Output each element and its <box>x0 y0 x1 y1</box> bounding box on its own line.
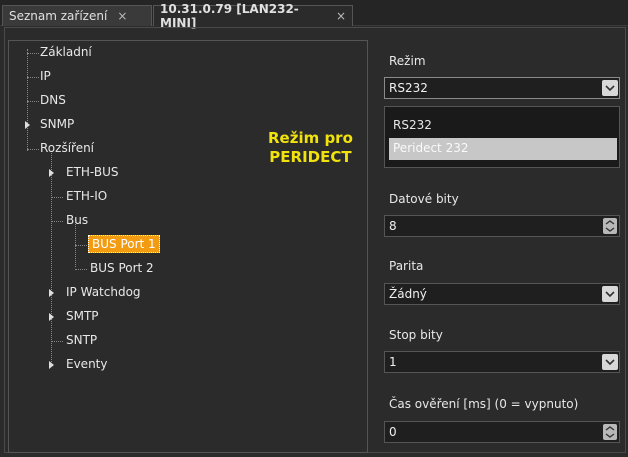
expand-arrow-icon[interactable] <box>49 169 54 177</box>
tree-item-sntp[interactable]: SNTP <box>66 333 97 347</box>
annotation-line2: PERIDECT <box>269 148 352 166</box>
tree-item-bus[interactable]: Bus <box>66 213 88 227</box>
cas-overeni-label: Čas ověření [ms] (0 = vypnuto) <box>389 397 579 411</box>
properties-panel: Režim RS232 RS232 Peridect 232 Datové bi… <box>372 40 626 453</box>
annotation-line1: Režim pro <box>268 129 353 147</box>
expand-arrow-icon[interactable] <box>49 313 54 321</box>
cas-overeni-stepper[interactable]: 0 <box>384 421 620 443</box>
parita-select[interactable]: Žádný <box>384 283 620 305</box>
rezim-option[interactable]: RS232 <box>389 115 617 137</box>
tree-item-snmp[interactable]: SNMP <box>40 117 74 131</box>
annotation: Režim pro PERIDECT <box>268 129 353 167</box>
stop-bity-label: Stop bity <box>389 328 443 342</box>
datove-bity-stepper[interactable]: 8 <box>384 215 620 237</box>
chevron-down-icon[interactable] <box>602 354 618 370</box>
rezim-select[interactable]: RS232 <box>384 77 620 99</box>
datove-bity-value: 8 <box>389 219 397 233</box>
tree-guide <box>51 197 63 198</box>
tree-item-ip[interactable]: IP <box>40 69 51 83</box>
tab-device[interactable]: 10.31.0.79 [LAN232-MINI] × <box>153 2 353 30</box>
tree-guide <box>27 101 39 102</box>
settings-tree: Základní IP DNS SNMP Rozšíření ETH-BUS E… <box>8 40 368 453</box>
tree-item-rozsireni[interactable]: Rozšíření <box>40 141 94 155</box>
tree-item-bus-port-1[interactable]: BUS Port 1 <box>88 235 160 253</box>
tree-item-dns[interactable]: DNS <box>40 93 66 107</box>
tree-guide <box>27 49 28 151</box>
rezim-label: Režim <box>389 54 426 68</box>
rezim-dropdown-list: RS232 Peridect 232 <box>384 106 620 168</box>
expand-arrow-icon[interactable] <box>25 121 30 129</box>
rezim-option-highlighted[interactable]: Peridect 232 <box>389 138 617 160</box>
chevron-down-icon[interactable] <box>602 286 618 302</box>
tree-guide <box>51 221 63 222</box>
expand-arrow-icon[interactable] <box>49 361 54 369</box>
spinner-icon[interactable] <box>603 218 617 234</box>
tree-guide <box>51 341 63 342</box>
spinner-icon[interactable] <box>603 424 617 440</box>
tree-guide <box>51 151 52 366</box>
tree-item-eth-io[interactable]: ETH-IO <box>66 189 107 203</box>
tree-item-eventy[interactable]: Eventy <box>66 357 107 371</box>
tab-label: 10.31.0.79 [LAN232-MINI] <box>160 2 299 30</box>
tab-device-list[interactable]: Seznam zařízení × <box>2 5 152 26</box>
tab-label: Seznam zařízení <box>9 9 108 23</box>
parita-label: Parita <box>389 259 424 273</box>
parita-value: Žádný <box>389 287 427 301</box>
tree-item-bus-port-2[interactable]: BUS Port 2 <box>90 261 154 275</box>
tree-item-zakladni[interactable]: Základní <box>40 45 92 59</box>
tree-guide <box>27 149 39 150</box>
tab-bar: Seznam zařízení × 10.31.0.79 [LAN232-MIN… <box>0 0 628 30</box>
tree-guide <box>75 269 87 270</box>
expand-arrow-icon[interactable] <box>49 289 54 297</box>
tree-guide <box>27 53 39 54</box>
stop-bity-select[interactable]: 1 <box>384 351 620 373</box>
tree-guide <box>27 77 39 78</box>
chevron-down-icon[interactable] <box>602 80 618 96</box>
tree-item-eth-bus[interactable]: ETH-BUS <box>66 165 118 179</box>
stop-bity-value: 1 <box>389 355 397 369</box>
datove-bity-label: Datové bity <box>389 192 459 206</box>
close-icon[interactable]: × <box>336 9 346 23</box>
tree-item-smtp[interactable]: SMTP <box>66 309 99 323</box>
close-icon[interactable]: × <box>117 9 127 23</box>
tree-item-ip-watchdog[interactable]: IP Watchdog <box>66 285 141 299</box>
tree-guide <box>75 245 87 246</box>
cas-overeni-value: 0 <box>389 425 397 439</box>
rezim-value: RS232 <box>389 81 428 95</box>
